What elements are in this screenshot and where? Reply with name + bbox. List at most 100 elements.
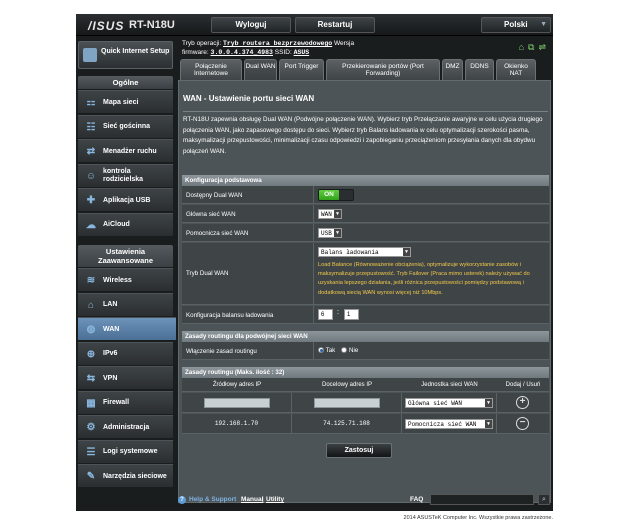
- firewall-icon: ▦: [86, 397, 96, 409]
- ipv6-icon: ⊕: [86, 348, 96, 360]
- sidebar-item-kontrola-rodzicielska[interactable]: ☺ kontrola rodzicielska: [78, 163, 173, 187]
- tab-przekierowanie-port-w-port-forwarding[interactable]: Przekierowanie portów (Port Forwarding): [326, 59, 440, 80]
- tab-dual-wan[interactable]: Dual WAN: [244, 59, 277, 80]
- tab-dmz[interactable]: DMZ: [442, 59, 463, 80]
- traffic-manager-icon: ⇄: [86, 146, 96, 157]
- dual-wan-mode-select[interactable]: Balans ładowania ▼: [318, 247, 411, 257]
- routing-table-header: Zasady routingu (Maks. ilość : 32): [182, 367, 549, 378]
- help-support-label: Help & Support: [189, 496, 237, 503]
- sidebar-item-wireless[interactable]: ≋ Wireless: [78, 268, 173, 291]
- primary-wan-label: Główna sieć WAN: [186, 211, 236, 218]
- operation-mode-label: Tryb operacji:: [182, 40, 222, 47]
- tab-po-czenie-internetowe[interactable]: Połączenie Internetowe: [180, 59, 242, 80]
- language-value: Polski: [504, 20, 528, 29]
- chevron-down-icon: ▼: [540, 21, 547, 28]
- sidebar-item-label: Administracja: [103, 423, 150, 431]
- load-balance-row: Konfiguracja balansu ładowania 6 : 1: [182, 306, 549, 324]
- routing-yes-option[interactable]: Tak: [318, 347, 335, 354]
- search-icon[interactable]: ⌕: [538, 494, 550, 505]
- tab-port-trigger[interactable]: Port Trigger: [279, 59, 324, 80]
- manual-link[interactable]: Manual: [241, 496, 263, 503]
- routing-no-option[interactable]: Nie: [341, 347, 358, 354]
- sidebar-item-label: Wireless: [103, 276, 132, 284]
- chevron-down-icon: ▼: [334, 210, 341, 218]
- add-rule-icon[interactable]: +: [516, 396, 529, 409]
- secondary-wan-select[interactable]: USB ▼: [318, 228, 342, 238]
- col-source-ip: Źródłowy adres IP: [212, 382, 262, 388]
- logout-button[interactable]: Wyloguj: [211, 17, 291, 33]
- chevron-down-icon: ▼: [334, 229, 341, 237]
- status-info-bar: Tryb operacji: Tryb routera bezprzewodow…: [182, 38, 552, 60]
- balance-primary-input[interactable]: 6: [318, 309, 333, 320]
- secondary-wan-value: USB: [321, 230, 332, 237]
- ssid-label: SSID:: [274, 49, 292, 56]
- load-balance-note: Load Balance (Równoważenie obciążenia), …: [318, 262, 530, 296]
- sidebar-item-label: LAN: [103, 301, 118, 308]
- usb-status-icon[interactable]: ⇌: [538, 42, 546, 53]
- firmware-link[interactable]: 3.0.0.4.374_4983: [211, 49, 273, 56]
- sidebar-item-label: kontrola rodzicielska: [103, 168, 144, 183]
- sidebar-item-sie-go-cinna[interactable]: ☷ Sieć gościnna: [78, 114, 173, 138]
- advanced-section-header: Ustawienia Zaawansowane: [78, 245, 173, 267]
- sidebar-item-firewall[interactable]: ▦ Firewall: [78, 390, 173, 414]
- qis-label: Quick Internet Setup: [101, 48, 170, 55]
- network-status-icon[interactable]: ⌂: [519, 42, 524, 53]
- routing-enable-row: Włączenie zasad routingu Tak Nie: [182, 342, 549, 360]
- network-map-icon: ⚏: [86, 97, 96, 108]
- source-ip-input[interactable]: [204, 398, 270, 408]
- model-name: RT-N18U: [129, 19, 175, 31]
- sidebar-item-label: WAN: [103, 325, 120, 333]
- network-tools-icon: ✎: [86, 471, 96, 482]
- wireless-icon: ≋: [86, 275, 96, 286]
- sidebar-item-label: Aplikacja USB: [103, 196, 151, 204]
- sidebar-item-vpn[interactable]: ⇆ VPN: [78, 366, 173, 389]
- sidebar-item-ipv6[interactable]: ⊕ IPv6: [78, 341, 173, 365]
- sidebar-item-wan[interactable]: ◍ WAN: [78, 317, 176, 340]
- sidebar-item-label: Narzędzia sieciowe: [103, 472, 167, 480]
- remove-rule-icon[interactable]: −: [516, 417, 529, 430]
- sidebar-item-administracja[interactable]: ⚙ Administracja: [78, 415, 173, 438]
- utility-link[interactable]: Utility: [266, 496, 284, 503]
- footer-separator: |: [262, 496, 264, 503]
- routing-new-row: Główna sieć WAN ▼ +: [182, 393, 549, 413]
- wan-status-icon[interactable]: ⧉: [528, 42, 534, 53]
- balance-secondary-input[interactable]: 1: [344, 309, 359, 320]
- tab-ddns[interactable]: DDNS: [465, 59, 494, 80]
- operation-mode-link[interactable]: Tryb routera bezprzewodowego: [223, 40, 332, 47]
- faq-search-input[interactable]: [430, 494, 534, 505]
- dest-ip-input[interactable]: [314, 398, 380, 408]
- sidebar-item-lan[interactable]: ⌂ LAN: [78, 292, 173, 316]
- secondary-wan-row: Pomocnicza sieć WAN USB ▼: [182, 224, 549, 242]
- col-wan-unit: Jednostka sieci WAN: [421, 382, 478, 388]
- tab-okienko-nat[interactable]: Okienko NAT: [496, 59, 536, 80]
- lan-icon: ⌂: [87, 299, 95, 311]
- title-divider: [183, 111, 548, 112]
- ssid-link[interactable]: ASUS: [294, 49, 310, 56]
- dual-wan-mode-row: Tryb Dual WAN Balans ładowania ▼ Load Ba…: [182, 243, 549, 305]
- sidebar-item-aicloud[interactable]: ☁ AiCloud: [78, 212, 173, 236]
- sidebar-item-logi-systemowe[interactable]: ☰ Logi systemowe: [78, 439, 173, 463]
- sidebar-item-label: VPN: [103, 374, 118, 382]
- new-rule-wan-select[interactable]: Główna sieć WAN ▼: [405, 398, 493, 408]
- col-dest-ip: Docelowy adres IP: [321, 382, 373, 388]
- router-admin-window: /ISUS RT-N18U Wyloguj Restartuj Polski ▼…: [76, 14, 553, 511]
- apply-button[interactable]: Zastosuj: [326, 443, 392, 458]
- language-select[interactable]: Polski ▼: [481, 17, 551, 33]
- page-description: RT-N18U zapewnia obsługę Dual WAN (Podwó…: [183, 116, 543, 155]
- parental-control-icon: ☺: [85, 170, 97, 182]
- sidebar-item-aplikacja-usb[interactable]: ✚ Aplikacja USB: [78, 188, 173, 211]
- quick-internet-setup-button[interactable]: Quick Internet Setup: [78, 41, 173, 69]
- dual-wan-toggle[interactable]: ON: [318, 189, 354, 201]
- sidebar-item-menad-er-ruchu[interactable]: ⇄ Menadżer ruchu: [78, 139, 173, 162]
- firmware-label: firmware:: [182, 49, 209, 56]
- sidebar-item-label: IPv6: [103, 350, 118, 357]
- sidebar-item-label: Logi systemowe: [103, 448, 158, 455]
- rule-wan-select[interactable]: Pomocnicza sieć WAN ▼: [405, 419, 493, 429]
- sidebar-item-narz-dzia-sieciowe[interactable]: ✎ Narzędzia sieciowe: [78, 464, 173, 487]
- sidebar-item-mapa-sieci[interactable]: ⚏ Mapa sieci: [78, 90, 173, 113]
- restart-button[interactable]: Restartuj: [295, 17, 375, 33]
- primary-wan-select[interactable]: WAN ▼: [318, 209, 342, 219]
- qis-icon: [83, 48, 97, 62]
- primary-wan-row: Główna sieć WAN WAN ▼: [182, 205, 549, 223]
- chevron-down-icon: ▼: [485, 399, 492, 407]
